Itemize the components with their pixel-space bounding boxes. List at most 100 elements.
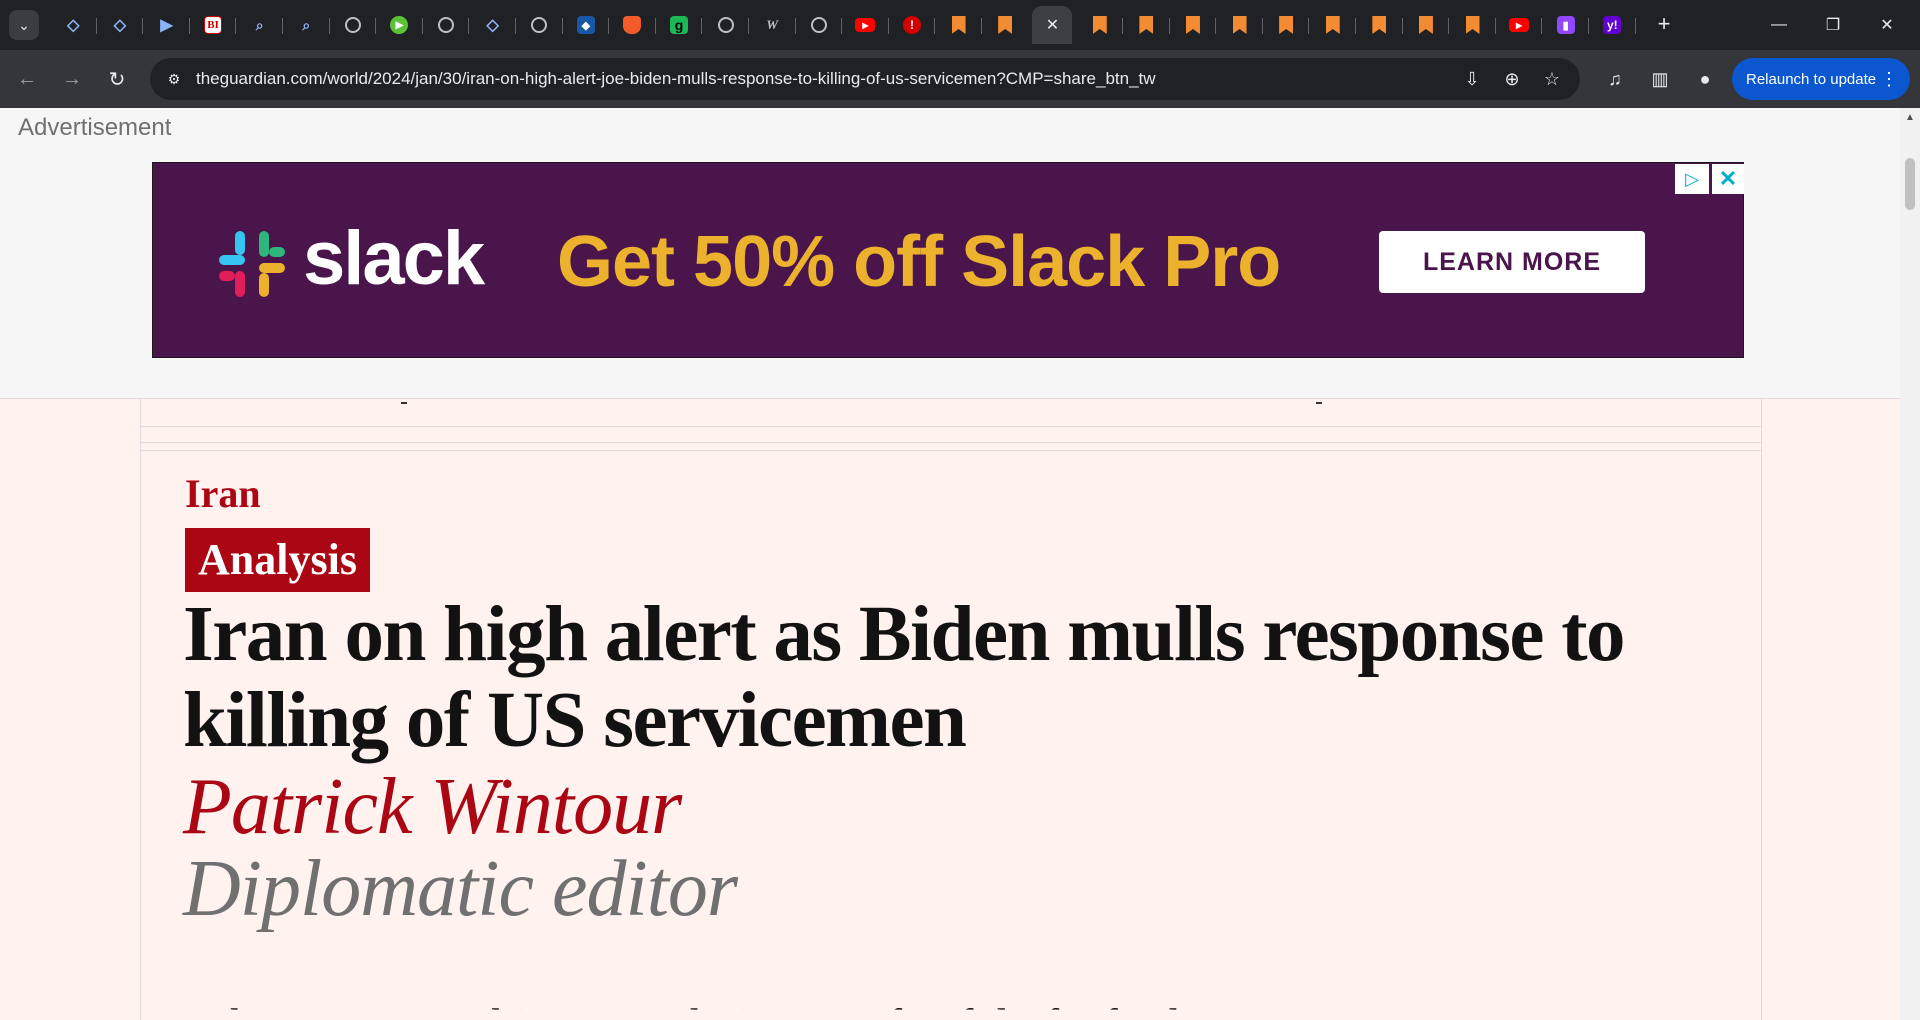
browser-tab[interactable] (1216, 6, 1263, 44)
browser-tab[interactable]: ▶ (842, 6, 889, 44)
browser-tab[interactable]: ▶ (376, 6, 423, 44)
adchoices-icon[interactable]: ▷ (1675, 164, 1709, 194)
advertisement-label: Advertisement (18, 114, 172, 141)
browser-tab[interactable] (935, 6, 982, 44)
browser-tab[interactable]: ⌕ (283, 6, 330, 44)
profile-button[interactable]: ● (1690, 64, 1720, 94)
twitch-icon: ▮ (1556, 16, 1575, 34)
url-text[interactable]: theguardian.com/world/2024/jan/30/iran-o… (196, 58, 1156, 100)
close-icon[interactable]: ✕ (1046, 15, 1059, 35)
divider (141, 450, 1761, 451)
relaunch-button[interactable]: Relaunch to update ⋮ (1732, 58, 1910, 100)
install-app-button[interactable]: ⇩ (1457, 64, 1487, 94)
browser-tab[interactable] (1076, 6, 1123, 44)
browser-tab[interactable] (516, 6, 563, 44)
browser-tab[interactable]: ◆ (563, 6, 610, 44)
media-controls-button[interactable]: ♫ (1600, 64, 1630, 94)
browser-tab[interactable] (1263, 6, 1310, 44)
browser-tab[interactable] (1170, 6, 1217, 44)
browser-tab[interactable] (609, 6, 656, 44)
back-arrow-icon: ← (17, 67, 37, 90)
bookmark-icon (1139, 16, 1154, 34)
globe-icon (344, 17, 361, 33)
find-icon: ⌕ (255, 16, 264, 33)
browser-tab[interactable]: y! (1589, 6, 1636, 44)
wired-icon: W (766, 17, 778, 32)
reload-icon: ↻ (108, 68, 126, 91)
learn-more-button[interactable]: LEARN MORE (1379, 231, 1645, 293)
address-bar[interactable]: ⚙ theguardian.com/world/2024/jan/30/iran… (150, 58, 1580, 100)
slack-ad-banner[interactable]: slack Get 50% off Slack Pro LEARN MORE ▷… (152, 162, 1744, 358)
forward-button[interactable]: → (56, 63, 88, 95)
bookmark-icon (1372, 16, 1387, 34)
globe-icon (531, 17, 548, 33)
author-byline[interactable]: Patrick Wintour (183, 762, 682, 853)
arrow-tag-icon: ▶ (160, 17, 173, 34)
browser-tab[interactable] (1309, 6, 1356, 44)
browser-tab[interactable]: ▶ (143, 6, 190, 44)
minimize-icon: — (1771, 16, 1787, 33)
vertical-scrollbar[interactable]: ▲ (1900, 108, 1920, 1020)
scroll-thumb[interactable] (1905, 158, 1915, 210)
forward-arrow-icon: → (62, 67, 82, 90)
bookmark-icon (1232, 16, 1247, 34)
side-panel-icon: ▥ (1651, 68, 1669, 89)
browser-tab[interactable]: BI (190, 6, 237, 44)
section-kicker[interactable]: Iran (185, 470, 261, 517)
browser-tab[interactable]: g (656, 6, 703, 44)
youtube-icon: ▶ (1509, 18, 1530, 32)
analysis-badge: Analysis (185, 528, 370, 592)
divider (141, 442, 1761, 443)
g-icon: g (670, 16, 689, 34)
minimize-button[interactable]: — (1752, 0, 1806, 50)
tab-active[interactable]: ✕ (1032, 6, 1073, 44)
scroll-up-arrow-icon[interactable]: ▲ (1905, 112, 1915, 123)
bookmark-icon (1418, 16, 1433, 34)
site-info-button[interactable]: ⚙ (158, 63, 190, 95)
new-tab-button[interactable]: + (1650, 10, 1678, 38)
back-button[interactable]: ← (11, 63, 43, 95)
ad-close-button[interactable]: ✕ (1712, 164, 1744, 194)
red-news-icon: ! (902, 16, 921, 34)
side-panel-button[interactable]: ▥ (1645, 64, 1675, 94)
browser-tab[interactable]: W (749, 6, 796, 44)
browser-tab[interactable]: ◇ (469, 6, 516, 44)
browser-tab[interactable] (1449, 6, 1496, 44)
browser-tab[interactable]: ▶ (1496, 6, 1543, 44)
youtube-icon: ▶ (855, 18, 876, 32)
tune-icon: ⚙ (167, 70, 181, 87)
browser-tab[interactable] (982, 6, 1029, 44)
browser-tab[interactable]: ◇ (97, 6, 144, 44)
play-icon: ▶ (390, 16, 409, 34)
browser-tab[interactable] (796, 6, 843, 44)
reload-button[interactable]: ↻ (101, 63, 133, 95)
shield-icon: ◇ (67, 17, 80, 34)
browser-tab[interactable]: ⌕ (236, 6, 283, 44)
browser-tab[interactable]: ! (889, 6, 936, 44)
cut-off-glyph (1316, 394, 1322, 404)
browser-tab[interactable]: ▮ (1542, 6, 1589, 44)
avatar-icon: ● (1699, 68, 1711, 89)
browser-tab[interactable] (330, 6, 377, 44)
tab-search-button[interactable]: ⌄ (9, 10, 39, 40)
zoom-button[interactable]: ⊕ (1497, 64, 1527, 94)
slack-logo-icon (219, 231, 285, 297)
browser-tab[interactable] (423, 6, 470, 44)
browser-tab[interactable] (1403, 6, 1450, 44)
browser-tab[interactable] (1356, 6, 1403, 44)
close-window-button[interactable]: ✕ (1860, 0, 1914, 50)
brave-icon (623, 16, 642, 34)
restore-button[interactable]: ❐ (1806, 0, 1860, 50)
cut-off-glyph (401, 394, 407, 404)
bookmark-star-button[interactable]: ☆ (1537, 64, 1567, 94)
star-icon: ☆ (1543, 68, 1561, 89)
browser-tab[interactable] (1123, 6, 1170, 44)
browser-tab[interactable] (702, 6, 749, 44)
browser-tab[interactable]: ◇ (50, 6, 97, 44)
close-icon: ✕ (1880, 17, 1894, 34)
business-insider-icon: BI (204, 16, 223, 34)
bookmark-icon (1092, 16, 1107, 34)
divider (141, 426, 1761, 427)
yahoo-icon: y! (1603, 16, 1622, 34)
globe-icon (717, 17, 734, 33)
